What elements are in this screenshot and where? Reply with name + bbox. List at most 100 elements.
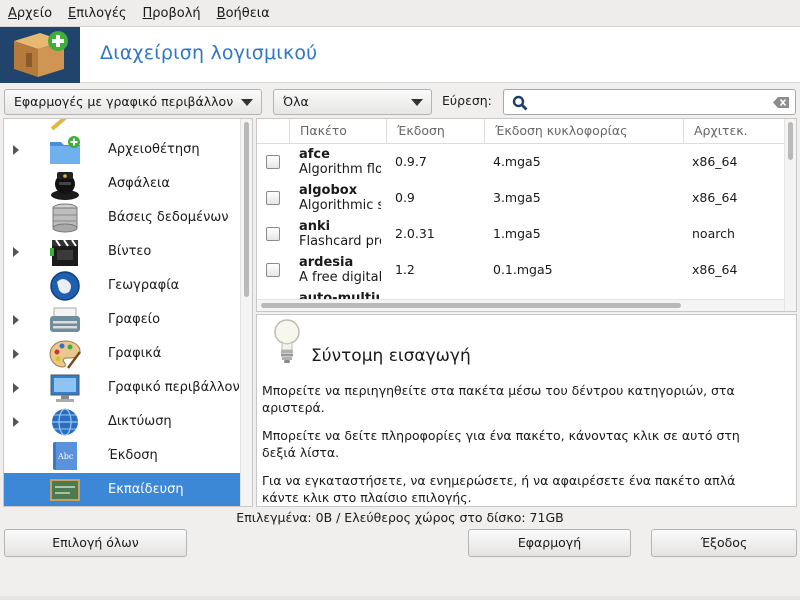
category-label: Έκδοση [108, 448, 158, 463]
table-row[interactable]: auto-multiple-choice [257, 288, 785, 299]
archive-folder-icon [50, 136, 80, 164]
menubar: Αρχείο Επιλογές Προβολή Βοήθεια [0, 0, 800, 27]
expander-arrow-icon[interactable] [13, 417, 19, 427]
menu-mnemonic: Π [142, 5, 153, 21]
partial-category-icon [50, 119, 67, 131]
expander-arrow-icon[interactable] [13, 349, 19, 359]
category-label: Γραφικά [108, 346, 162, 361]
package-release: 3.mga5 [493, 190, 541, 205]
package-arch: x86_64 [692, 262, 738, 277]
description-paragraph: Μπορείτε να δείτε πληροφορίες για ένα πα… [262, 428, 740, 460]
table-row[interactable]: afce Algorithm flowchart editor 0.9.7 4.… [257, 144, 785, 180]
package-name: algobox [299, 183, 358, 198]
search-label: Εύρεση: [442, 93, 492, 108]
category-label: Εκπαίδευση [108, 482, 184, 497]
column-header-arch[interactable]: Αρχιτεκ. [683, 119, 785, 144]
table-row[interactable]: anki Flashcard program 2.0.31 1.mga5 noa… [257, 216, 785, 252]
package-summary: Flashcard program [299, 234, 381, 249]
category-row-video[interactable]: Βίντεο [4, 235, 241, 269]
application-type-select[interactable]: Εφαρμογές με γραφικό περιβάλλον [4, 89, 262, 115]
package-checkbox[interactable] [266, 191, 280, 205]
desktop-monitor-icon [50, 374, 80, 402]
package-checkbox[interactable] [266, 155, 280, 169]
package-list[interactable]: Πακέτο Έκδοση Έκδοση κυκλοφορίας Αρχιτεκ… [256, 118, 797, 312]
header-banner: Διαχείριση λογισμικού [0, 27, 800, 83]
category-row-publishing[interactable]: Abc Έκδοση [4, 439, 241, 473]
chevron-down-icon [411, 99, 423, 106]
package-version: 2.0.31 [395, 226, 435, 241]
column-header-package[interactable]: Πακέτο [289, 119, 386, 144]
menu-options-label: Επιλογές [68, 5, 127, 21]
expander-arrow-icon[interactable] [13, 247, 19, 257]
application-type-value: Εφαρμογές με γραφικό περιβάλλον [14, 94, 234, 109]
window-bottom-edge [0, 596, 800, 600]
category-label: Ασφάλεια [108, 176, 170, 191]
package-name: afce [299, 147, 330, 162]
clear-search-icon[interactable] [773, 97, 789, 108]
category-row-networking[interactable]: Δικτύωση [4, 405, 241, 439]
menu-view[interactable]: Προβολή [135, 0, 209, 27]
apply-button[interactable]: Εφαρμογή [468, 529, 631, 557]
search-box[interactable] [503, 89, 796, 115]
category-row-office[interactable]: Γραφείο [4, 303, 241, 337]
search-input[interactable] [532, 92, 768, 112]
menu-options[interactable]: Επιλογές [60, 0, 134, 27]
package-table-header: Πακέτο Έκδοση Έκδοση κυκλοφορίας Αρχιτεκ… [257, 119, 785, 144]
category-row-security[interactable]: Ασφάλεια [4, 167, 241, 201]
menu-mnemonic: Β [216, 5, 226, 21]
menu-mnemonic: Ε [68, 5, 77, 21]
package-name: auto-multiple-choice [299, 291, 379, 299]
package-arch: noarch [692, 226, 735, 241]
globe-icon [50, 271, 80, 301]
expander-arrow-icon[interactable] [13, 315, 19, 325]
category-row-graphics[interactable]: Γραφικά [4, 337, 241, 371]
select-all-button[interactable]: Επιλογή όλων [4, 529, 187, 557]
column-header-release[interactable]: Έκδοση κυκλοφορίας [484, 119, 683, 144]
status-filter-select[interactable]: Όλα [273, 89, 432, 115]
chalkboard-icon [50, 479, 80, 501]
category-scrollbar-thumb[interactable] [244, 122, 249, 297]
package-name: anki [299, 219, 331, 234]
package-checkbox[interactable] [266, 227, 280, 241]
table-row[interactable]: algobox Algorithmic software 0.9 3.mga5 … [257, 180, 785, 216]
category-row-desktop[interactable]: Γραφικό περιβάλλον [4, 371, 241, 405]
category-row-education[interactable]: Εκπαίδευση [4, 473, 241, 506]
book-icon-text: Abc [57, 452, 74, 461]
software-package-icon [0, 27, 80, 83]
column-header-version[interactable]: Έκδοση [386, 119, 484, 144]
package-version: 0.9.7 [395, 154, 427, 169]
category-row-archiving[interactable]: Αρχειοθέτηση [4, 133, 241, 167]
package-vertical-scrollbar[interactable] [784, 119, 796, 311]
description-title: Σύντομη εισαγωγή [311, 346, 471, 366]
menu-view-label: Προβολή [142, 5, 201, 21]
filter-bar: Εφαρμογές με γραφικό περιβάλλον Όλα Εύρε… [0, 86, 800, 118]
menu-help-label: Βοήθεια [216, 5, 270, 21]
expander-arrow-icon[interactable] [13, 145, 19, 155]
table-row[interactable]: ardesia A free digital sketchpad 1.2 0.1… [257, 252, 785, 288]
category-label: Γραφείο [108, 312, 161, 327]
page-title: Διαχείριση λογισμικού [100, 42, 318, 64]
menu-help[interactable]: Βοήθεια [209, 0, 278, 27]
category-label: Γεωγραφία [108, 278, 180, 293]
package-checkbox[interactable] [266, 263, 280, 277]
status-text: Επιλεγμένα: 0B / Ελεύθερος χώρος στο δίσ… [236, 510, 564, 525]
package-horizontal-scrollbar-thumb[interactable] [261, 303, 681, 308]
database-icon [52, 203, 78, 233]
package-summary: A free digital sketchpad [299, 270, 381, 285]
status-filter-value: Όλα [283, 94, 309, 109]
package-vertical-scrollbar-thumb[interactable] [788, 122, 793, 160]
category-tree[interactable]: Αρχειοθέτηση Ασφάλεια Βάσεις δεδομένων Β… [3, 118, 253, 507]
menu-mnemonic: Α [8, 5, 17, 21]
description-paragraph: Μπορείτε να περιηγηθείτε στα πακέτα μέσω… [262, 383, 735, 415]
package-version: 1.2 [395, 262, 415, 277]
category-label: Βάσεις δεδομένων [108, 210, 229, 225]
expander-arrow-icon[interactable] [13, 383, 19, 393]
category-row-databases[interactable]: Βάσεις δεδομένων [4, 201, 241, 235]
package-horizontal-scrollbar[interactable] [257, 299, 785, 311]
package-summary: Algorithm flowchart editor [299, 162, 381, 177]
quit-button[interactable]: Έξοδος [651, 529, 797, 557]
category-scrollbar[interactable] [240, 119, 252, 506]
menu-file[interactable]: Αρχείο [0, 0, 60, 27]
package-release: 1.mga5 [493, 226, 541, 241]
category-row-geography[interactable]: Γεωγραφία [4, 269, 241, 303]
